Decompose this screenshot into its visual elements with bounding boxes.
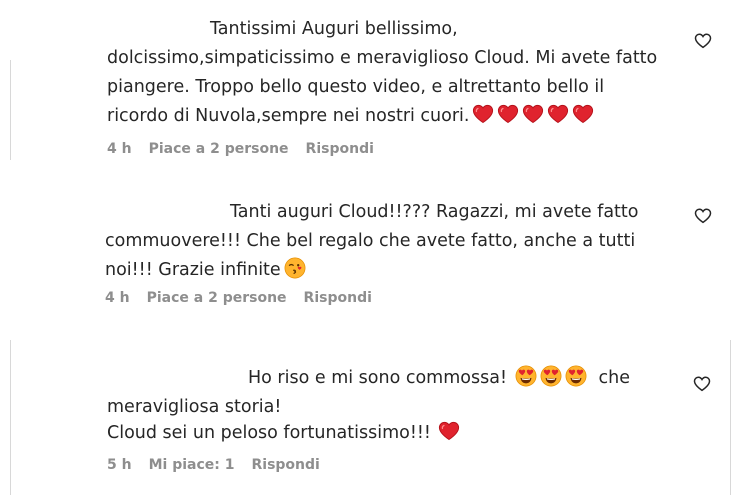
like-heart-icon[interactable] [694, 207, 712, 225]
heart-eyes-face-icon [540, 365, 562, 387]
comment-text: Ho riso e mi sono commossa! che [248, 364, 630, 393]
comment-text: commuovere!!! Che bel regalo che avete f… [105, 231, 636, 251]
right-edge-line [730, 340, 731, 495]
comment-text: meravigliosa storia! [107, 397, 282, 417]
kissing-face-icon [284, 257, 306, 279]
red-heart-icon [547, 103, 569, 125]
red-heart-icon [472, 103, 494, 125]
comment-text-line: Ho riso e mi sono commossa! [248, 368, 507, 388]
comment-text-line: che [598, 368, 631, 388]
comment-meta: 4 h Piace a 2 persone Rispondi [105, 290, 389, 306]
red-heart-icon [497, 103, 519, 125]
likes-count-link[interactable]: Piace a 2 persone [149, 141, 289, 157]
heart-eyes-face-icon [565, 365, 587, 387]
red-heart-icon [522, 103, 544, 125]
comment-meta: 4 h Piace a 2 persone Rispondi [107, 141, 391, 157]
heart-eyes-face-icon [515, 365, 537, 387]
comment-text: dolcissimo,simpaticissimo e meraviglioso… [107, 48, 658, 68]
left-edge-line [10, 340, 11, 495]
reply-button[interactable]: Rispondi [251, 457, 319, 473]
reply-button[interactable]: Rispondi [304, 290, 372, 306]
comment-text: Cloud sei un peloso fortunatissimo!!! [107, 419, 460, 448]
comment-text-line: noi!!! Grazie infinite [105, 260, 281, 280]
comment-meta: 5 h Mi piace: 1 Rispondi [107, 457, 337, 473]
comment-text-line: Cloud sei un peloso fortunatissimo!!! [107, 423, 431, 443]
red-heart-icon [572, 103, 594, 125]
like-heart-icon[interactable] [693, 375, 711, 393]
comment-text: noi!!! Grazie infinite [105, 256, 306, 285]
like-heart-icon[interactable] [694, 32, 712, 50]
comment-time: 5 h [107, 457, 132, 473]
comment-text-line: ricordo di Nuvola,sempre nei nostri cuor… [107, 106, 470, 126]
likes-count-link[interactable]: Piace a 2 persone [147, 290, 287, 306]
comment-time: 4 h [107, 141, 132, 157]
red-heart-icon [438, 420, 460, 442]
reply-button[interactable]: Rispondi [306, 141, 374, 157]
comment-text: ricordo di Nuvola,sempre nei nostri cuor… [107, 102, 594, 131]
comment-time: 4 h [105, 290, 130, 306]
comment-text: Tantissimi Auguri bellissimo, [210, 19, 458, 39]
likes-count-link[interactable]: Mi piace: 1 [149, 457, 235, 473]
comment-text: Tanti auguri Cloud!!??? Ragazzi, mi avet… [230, 202, 639, 222]
comment-text: piangere. Troppo bello questo video, e a… [107, 77, 605, 97]
left-edge-line [10, 60, 11, 160]
